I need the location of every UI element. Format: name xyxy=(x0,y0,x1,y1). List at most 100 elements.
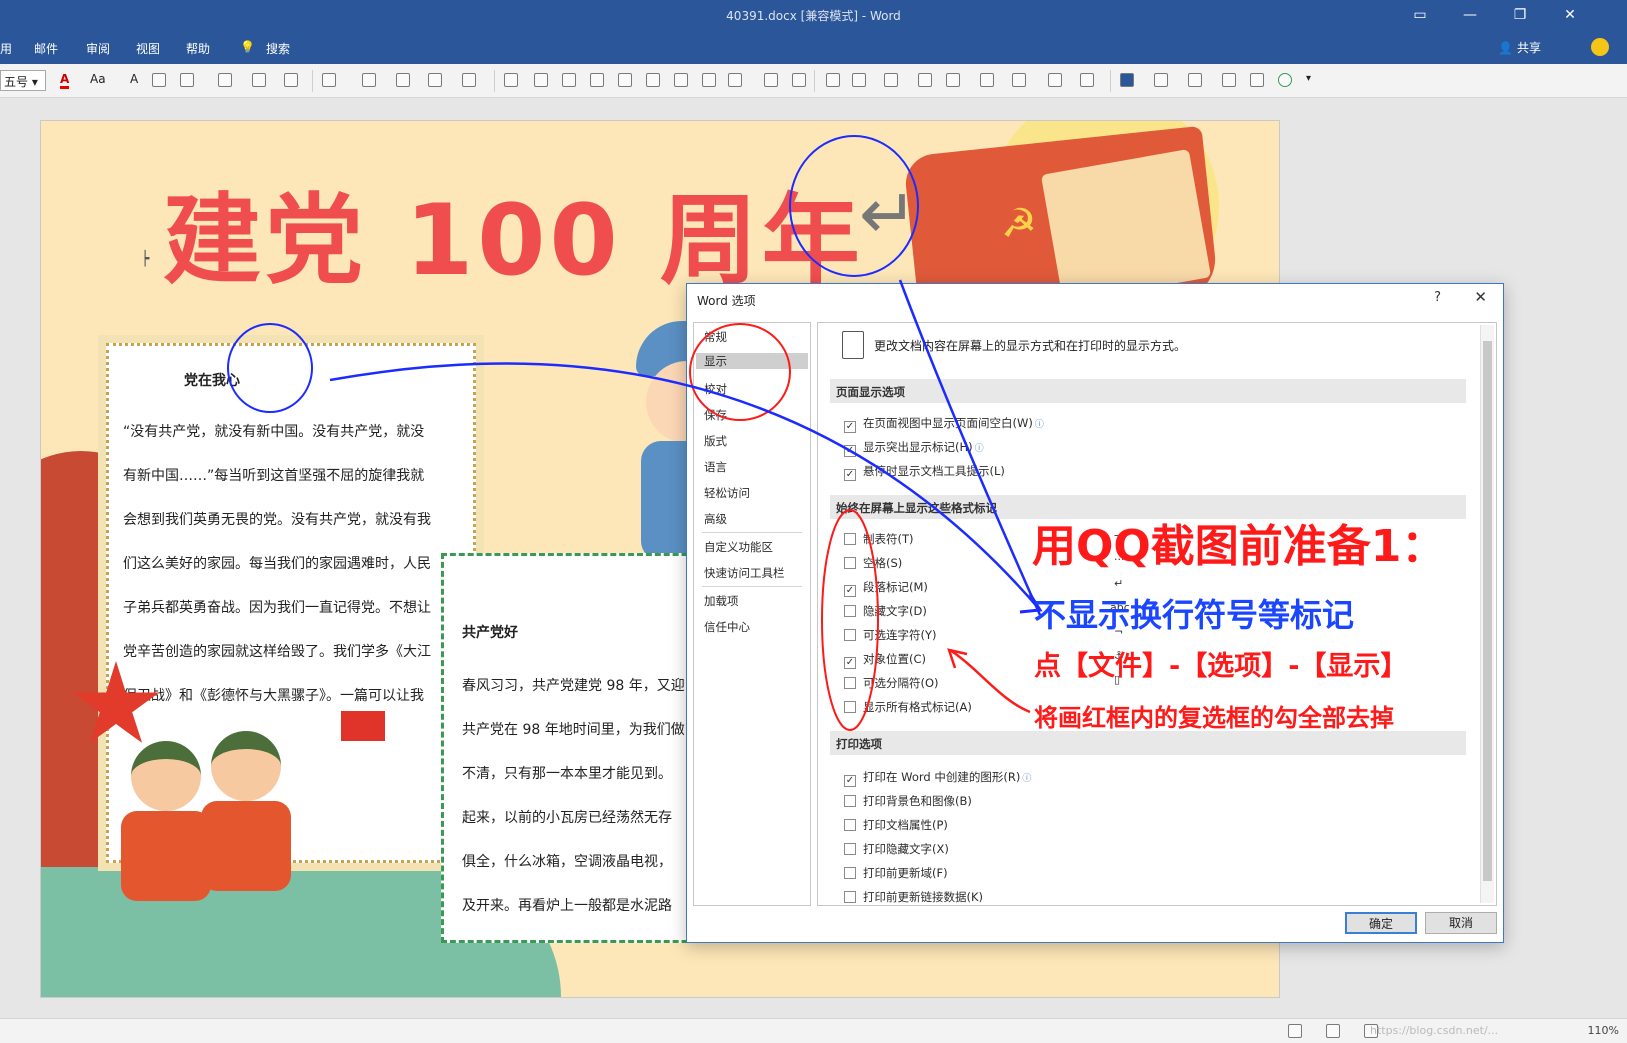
nav-item-language[interactable]: 语言 xyxy=(704,459,727,475)
line-spacing-icon[interactable] xyxy=(152,73,166,87)
page-setup-icon[interactable] xyxy=(1188,73,1202,87)
nav-item-accessibility[interactable]: 轻松访问 xyxy=(704,485,750,501)
help-icon[interactable]: ? xyxy=(1434,290,1441,305)
checkbox[interactable] xyxy=(844,819,856,831)
tab-search[interactable]: 搜索 xyxy=(266,40,290,57)
tab-use[interactable]: 用 xyxy=(0,40,12,57)
nav-item-trust-center[interactable]: 信任中心 xyxy=(704,619,750,635)
option-show-tooltips[interactable]: ✓ 悬停时显示文档工具提示(L) xyxy=(844,463,1005,481)
distribute-vertical-icon[interactable] xyxy=(702,73,716,87)
scrollbar-thumb[interactable] xyxy=(1483,341,1492,881)
insert-textbox-icon[interactable] xyxy=(852,73,866,87)
layout-options-icon[interactable] xyxy=(1012,73,1026,87)
nav-item-layout[interactable]: 版式 xyxy=(704,433,727,449)
checkbox[interactable]: ✓ xyxy=(844,585,856,597)
align-center-icon[interactable] xyxy=(534,73,548,87)
customize-toolbar-icon[interactable]: ▾ xyxy=(1306,73,1311,84)
checkbox[interactable]: ✓ xyxy=(844,445,856,457)
edit-shape-icon[interactable] xyxy=(1048,73,1062,87)
line-weight-icon[interactable] xyxy=(428,73,442,87)
option-print-drawings[interactable]: ✓ 打印在 Word 中创建的图形(R) ⓘ xyxy=(844,769,1031,787)
restore-icon[interactable]: ❐ xyxy=(1505,4,1535,26)
checkbox[interactable]: ✓ xyxy=(844,469,856,481)
option-show-all-marks[interactable]: 显示所有格式标记(A) xyxy=(844,699,972,715)
checkbox[interactable] xyxy=(844,701,856,713)
checkbox[interactable]: ✓ xyxy=(844,775,856,787)
option-print-background[interactable]: 打印背景色和图像(B) xyxy=(844,793,972,809)
font-size-select[interactable]: 五号 ▾ xyxy=(0,70,46,91)
option-show-highlighter[interactable]: ✓ 显示突出显示标记(H) ⓘ xyxy=(844,439,984,457)
read-mode-icon[interactable] xyxy=(1288,1024,1302,1038)
picture-styles-icon[interactable] xyxy=(980,73,994,87)
wrap-text-icon[interactable] xyxy=(884,73,898,87)
font-color-button[interactable]: A xyxy=(60,72,70,89)
align-right-icon[interactable] xyxy=(562,73,576,87)
option-tab-characters[interactable]: 制表符(T) xyxy=(844,531,914,547)
clear-format-button[interactable]: A xyxy=(130,72,138,86)
checkbox[interactable] xyxy=(844,605,856,617)
shapes-icon[interactable] xyxy=(322,73,336,87)
nav-item-display[interactable]: 显示 xyxy=(696,353,808,369)
format-painter-icon[interactable] xyxy=(1154,73,1168,87)
crop-icon[interactable] xyxy=(918,73,932,87)
checkbox[interactable] xyxy=(844,867,856,879)
paragraph-spacing-icon[interactable] xyxy=(180,73,194,87)
ok-button[interactable]: 确定 xyxy=(1345,912,1417,934)
shape-effects-icon[interactable] xyxy=(462,73,476,87)
option-update-fields[interactable]: 打印前更新域(F) xyxy=(844,865,948,881)
circle-shape-icon[interactable] xyxy=(1278,73,1292,87)
nav-item-quick-access[interactable]: 快速访问工具栏 xyxy=(704,565,785,581)
option-object-anchors[interactable]: ✓ 对象位置(C) xyxy=(844,651,926,669)
minimize-icon[interactable]: — xyxy=(1455,4,1485,26)
ribbon-display-options-icon[interactable]: ▭ xyxy=(1405,4,1435,26)
tab-help[interactable]: 帮助 xyxy=(186,40,210,57)
distribute-horizontal-icon[interactable] xyxy=(674,73,688,87)
insert-picture-icon[interactable] xyxy=(826,73,840,87)
align-top-icon[interactable] xyxy=(590,73,604,87)
close-icon[interactable]: ✕ xyxy=(1555,4,1585,26)
nav-item-general[interactable]: 常规 xyxy=(704,329,727,345)
new-document-icon[interactable] xyxy=(1222,73,1236,87)
shape-fill-icon[interactable] xyxy=(362,73,376,87)
nav-item-proofing[interactable]: 校对 xyxy=(704,381,727,397)
text-effects-icon[interactable] xyxy=(284,73,298,87)
checkbox[interactable] xyxy=(844,629,856,641)
change-case-button[interactable]: Aa xyxy=(90,72,106,86)
rotate-icon[interactable] xyxy=(792,73,806,87)
option-optional-hyphens[interactable]: 可选连字符(Y) xyxy=(844,627,937,643)
checkbox[interactable] xyxy=(844,677,856,689)
align-middle-icon[interactable] xyxy=(618,73,632,87)
shape-outline-icon[interactable] xyxy=(396,73,410,87)
option-show-whitespace[interactable]: ✓ 在页面视图中显示页面间空白(W) ⓘ xyxy=(844,415,1044,433)
option-hidden-text[interactable]: 隐藏文字(D) xyxy=(844,603,927,619)
tab-mailings[interactable]: 邮件 xyxy=(34,40,58,57)
option-print-hidden-text[interactable]: 打印隐藏文字(X) xyxy=(844,841,949,857)
checkbox[interactable]: ✓ xyxy=(844,657,856,669)
feedback-smiley-icon[interactable] xyxy=(1591,38,1609,56)
print-layout-icon[interactable] xyxy=(1326,1024,1340,1038)
arrange-icon[interactable] xyxy=(728,73,742,87)
group-icon[interactable] xyxy=(764,73,778,87)
options-scrollbar[interactable] xyxy=(1480,325,1494,903)
checkbox[interactable] xyxy=(844,795,856,807)
brightness-icon[interactable] xyxy=(946,73,960,87)
nav-item-customize-ribbon[interactable]: 自定义功能区 xyxy=(704,539,773,555)
cancel-button[interactable]: 取消 xyxy=(1425,912,1497,934)
option-print-properties[interactable]: 打印文档属性(P) xyxy=(844,817,948,833)
checkbox[interactable] xyxy=(844,843,856,855)
option-spaces[interactable]: 空格(S) xyxy=(844,555,902,571)
option-optional-breaks[interactable]: 可选分隔符(O) xyxy=(844,675,939,691)
zoom-level[interactable]: 110% xyxy=(1588,1024,1619,1037)
share-button[interactable]: 👤 共享 xyxy=(1498,39,1541,56)
dialog-close-icon[interactable]: ✕ xyxy=(1474,288,1487,306)
numbering-icon[interactable] xyxy=(252,73,266,87)
align-left-icon[interactable] xyxy=(504,73,518,87)
theme-colors-icon[interactable] xyxy=(1120,73,1134,87)
align-bottom-icon[interactable] xyxy=(646,73,660,87)
checkbox[interactable] xyxy=(844,557,856,569)
tab-review[interactable]: 审阅 xyxy=(86,40,110,57)
checkbox[interactable] xyxy=(844,533,856,545)
checkbox[interactable]: ✓ xyxy=(844,421,856,433)
option-paragraph-marks[interactable]: ✓ 段落标记(M) xyxy=(844,579,928,597)
option-update-links[interactable]: 打印前更新链接数据(K) xyxy=(844,889,983,905)
